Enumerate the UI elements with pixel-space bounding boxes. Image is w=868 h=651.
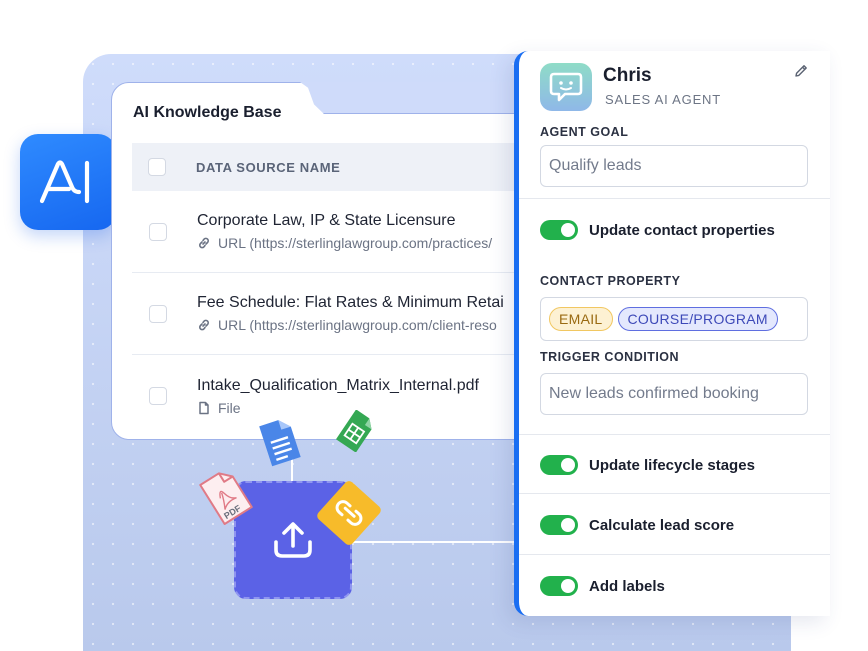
knowledge-base-card: AI Knowledge Base DATA SOURCE NAME Corpo… — [111, 82, 531, 440]
agent-name: Chris — [603, 65, 652, 86]
agent-goal-label: AGENT GOAL — [540, 125, 629, 139]
agent-settings-panel: Chris SALES AI AGENT AGENT GOAL Qualify … — [514, 51, 830, 616]
toggle-calculate-lead-score[interactable]: Calculate lead score — [540, 515, 734, 535]
data-source-detail: File — [218, 399, 241, 416]
agent-goal-field[interactable]: Qualify leads — [540, 145, 808, 187]
column-header-data-source-name: DATA SOURCE NAME — [196, 159, 341, 175]
toggle-label: Add labels — [589, 577, 665, 595]
link-icon — [199, 319, 209, 331]
file-icon — [199, 401, 209, 414]
data-source-detail: URL (https://sterlinglawgroup.com/client… — [218, 317, 497, 333]
table-row[interactable]: Fee Schedule: Flat Rates & Minimum Retai… — [132, 273, 530, 355]
divider — [519, 493, 830, 494]
upload-icon — [274, 522, 312, 558]
property-chip-course-program[interactable]: COURSE/PROGRAM — [617, 307, 778, 331]
chat-bot-icon — [549, 72, 583, 102]
agent-role: SALES AI AGENT — [605, 92, 721, 107]
ai-logo-badge — [20, 134, 116, 230]
table-row[interactable]: Corporate Law, IP & State Licensure URL … — [132, 191, 530, 273]
trigger-condition-field[interactable]: New leads confirmed booking — [540, 373, 808, 415]
toggle-switch[interactable] — [540, 455, 578, 475]
contact-property-label: CONTACT PROPERTY — [540, 274, 681, 288]
row-checkbox[interactable] — [149, 304, 167, 323]
card-tab-notch — [300, 82, 540, 114]
toggle-label: Update contact properties — [589, 221, 775, 239]
toggle-switch[interactable] — [540, 515, 578, 535]
avatar — [540, 63, 592, 111]
data-source-name: Intake_Qualification_Matrix_Internal.pdf — [197, 376, 479, 394]
row-checkbox[interactable] — [149, 222, 167, 241]
pdf-file-icon: PDF — [194, 465, 258, 532]
toggle-switch[interactable] — [540, 576, 578, 596]
agent-goal-value: Qualify leads — [549, 157, 642, 174]
toggle-update-lifecycle-stages[interactable]: Update lifecycle stages — [540, 455, 755, 475]
table-row[interactable]: Intake_Qualification_Matrix_Internal.pdf… — [132, 355, 530, 437]
toggle-add-labels[interactable]: Add labels — [540, 576, 665, 596]
property-chip-email[interactable]: EMAIL — [549, 307, 613, 331]
toggle-update-contact-properties[interactable]: Update contact properties — [540, 220, 775, 240]
select-all-checkbox[interactable] — [148, 158, 166, 176]
data-source-name: Fee Schedule: Flat Rates & Minimum Retai — [197, 294, 504, 311]
divider — [519, 554, 830, 555]
trigger-condition-placeholder: New leads confirmed booking — [549, 385, 759, 402]
link-icon — [199, 237, 209, 249]
google-docs-icon — [255, 417, 303, 472]
google-sheets-icon — [335, 409, 376, 457]
row-checkbox[interactable] — [149, 387, 167, 405]
toggle-label: Update lifecycle stages — [589, 456, 755, 474]
data-source-name: Corporate Law, IP & State Licensure — [197, 212, 456, 229]
divider — [519, 434, 830, 435]
table-header: DATA SOURCE NAME — [132, 143, 530, 191]
ai-logo-icon — [39, 160, 90, 204]
divider — [519, 198, 830, 199]
toggle-label: Calculate lead score — [589, 516, 735, 534]
data-source-detail: URL (https://sterlinglawgroup.com/practi… — [218, 235, 493, 251]
link-file-icon — [312, 478, 386, 553]
contact-property-field[interactable]: EMAIL COURSE/PROGRAM — [540, 297, 808, 341]
edit-icon[interactable] — [793, 63, 809, 84]
knowledge-base-title: AI Knowledge Base — [133, 104, 282, 121]
trigger-condition-label: TRIGGER CONDITION — [540, 350, 680, 364]
toggle-switch[interactable] — [540, 220, 578, 240]
